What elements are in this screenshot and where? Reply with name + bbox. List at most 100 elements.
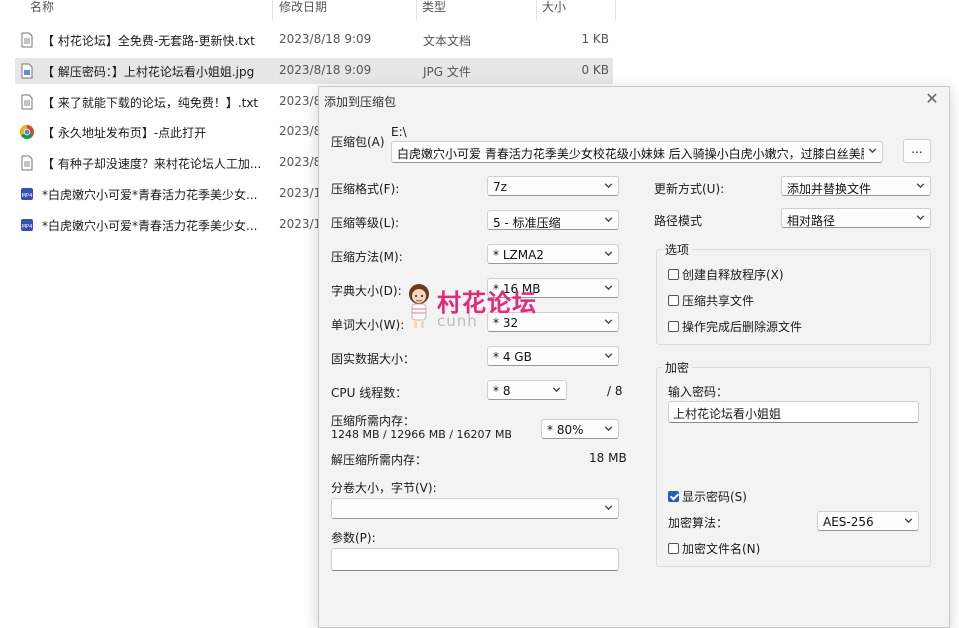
solid-value: * 4 GB bbox=[493, 350, 532, 364]
file-date: 2023/8 bbox=[279, 124, 322, 138]
column-divider[interactable] bbox=[536, 0, 537, 20]
file-date: 2023/8/18 9:09 bbox=[279, 32, 372, 46]
method-select[interactable]: * LZMA2 bbox=[487, 244, 619, 264]
options-group-title: 选项 bbox=[662, 241, 693, 258]
threads-label: CPU 线程数： bbox=[331, 386, 408, 400]
decomp-label: 解压缩所需内存： bbox=[331, 453, 428, 467]
file-row[interactable]: 【 村花论坛】全免费-无套路-更新快.txt 2023/8/18 9:09 文本… bbox=[15, 27, 613, 53]
encrypt-names-checkbox[interactable]: 加密文件名(N) bbox=[668, 540, 760, 557]
file-date: 2023/1 bbox=[279, 217, 322, 231]
browse-button[interactable]: ... bbox=[903, 139, 931, 163]
file-size: 1 KB bbox=[581, 32, 609, 46]
file-date: 2023/8 bbox=[279, 94, 322, 108]
mem-percent-select[interactable]: * 80% bbox=[541, 419, 619, 439]
delete-after-checkbox[interactable]: 操作完成后删除源文件 bbox=[668, 318, 802, 335]
column-header-size[interactable]: 大小 bbox=[542, 0, 566, 20]
solid-select[interactable]: * 4 GB bbox=[487, 346, 619, 366]
update-mode-select[interactable]: 添加并替换文件 bbox=[781, 176, 931, 196]
word-label: 单词大小(W): bbox=[331, 318, 405, 332]
delete-after-label: 操作完成后删除源文件 bbox=[682, 320, 803, 334]
file-name: *白虎嫩穴小可爱*青春活力花季美少女... bbox=[42, 219, 258, 233]
word-value: * 32 bbox=[493, 316, 519, 330]
archive-path: E:\ bbox=[391, 125, 407, 139]
encrypt-names-label: 加密文件名(N) bbox=[682, 542, 761, 556]
enc-method-select[interactable]: AES-256 bbox=[817, 511, 919, 531]
chevron-down-icon bbox=[604, 426, 613, 432]
archive-name-combo[interactable]: 白虎嫩穴小可爱 青春活力花季美少女校花级小妹妹 后入骑操小白虎小嫩穴，过膝白丝美… bbox=[391, 141, 883, 163]
params-label: 参数(P): bbox=[331, 531, 376, 545]
password-input[interactable]: 上村花论坛看小姐姐 bbox=[668, 401, 919, 423]
file-name: 【 永久地址发布页】-点此打开 bbox=[42, 126, 207, 140]
method-label: 压缩方法(M): bbox=[331, 250, 403, 264]
file-row[interactable]: 【 解压密码：】上村花论坛看小姐姐.jpg 2023/8/18 9:09 JPG… bbox=[15, 58, 613, 84]
split-size-select[interactable] bbox=[331, 498, 619, 519]
checkbox-box[interactable] bbox=[668, 269, 679, 280]
chevron-down-icon bbox=[604, 505, 613, 511]
chevron-down-icon bbox=[916, 183, 925, 189]
chevron-down-icon bbox=[552, 387, 561, 393]
file-type: 文本文档 bbox=[423, 34, 472, 48]
method-value: * LZMA2 bbox=[493, 248, 544, 262]
image-file-icon bbox=[21, 63, 33, 79]
show-password-label: 显示密码(S) bbox=[682, 490, 747, 504]
file-name: 【 有种子却没速度？来村花论坛人工加... bbox=[42, 157, 262, 171]
encryption-group-title: 加密 bbox=[662, 359, 693, 376]
chrome-icon bbox=[20, 125, 34, 139]
dict-label: 字典大小(D): bbox=[331, 284, 402, 298]
checkbox-box[interactable] bbox=[668, 295, 679, 306]
params-input[interactable] bbox=[331, 548, 619, 571]
level-label: 压缩等级(L): bbox=[331, 216, 400, 230]
file-name: *白虎嫩穴小可爱*青春活力花季美少女... bbox=[42, 188, 258, 202]
chevron-down-icon bbox=[604, 251, 613, 257]
watermark-mascot-icon bbox=[409, 284, 429, 328]
show-password-checkbox[interactable]: 显示密码(S) bbox=[668, 488, 747, 505]
file-date: 2023/8 bbox=[279, 155, 322, 169]
file-name: 【 解压密码：】上村花论坛看小姐姐.jpg bbox=[42, 65, 255, 79]
file-name: 【 来了就能下载的论坛，纯免费！】.txt bbox=[42, 96, 259, 110]
text-file-icon bbox=[21, 155, 33, 171]
threads-select[interactable]: * 8 bbox=[487, 380, 567, 400]
chevron-down-icon bbox=[604, 319, 613, 325]
archive-label: 压缩包(A) bbox=[331, 135, 385, 149]
chevron-down-icon bbox=[604, 285, 613, 291]
decomp-value: 18 MB bbox=[589, 451, 627, 465]
svg-text:MP4: MP4 bbox=[22, 224, 33, 230]
mp4-file-icon: MP4 bbox=[21, 188, 33, 200]
column-header-date[interactable]: 修改日期 bbox=[279, 0, 327, 20]
checkbox-box-checked[interactable] bbox=[668, 491, 679, 502]
column-divider[interactable] bbox=[615, 0, 616, 20]
watermark-subtext: cunh bbox=[437, 312, 478, 330]
column-header-name[interactable]: 名称 bbox=[30, 0, 54, 20]
file-size: 0 KB bbox=[581, 63, 609, 77]
checkbox-box[interactable] bbox=[668, 543, 679, 554]
password-label: 输入密码： bbox=[668, 385, 729, 399]
format-select[interactable]: 7z bbox=[487, 176, 619, 196]
add-to-archive-dialog: 添加到压缩包 ✕ 压缩包(A) E:\ 白虎嫩穴小可爱 青春活力花季美少女校花级… bbox=[318, 86, 950, 628]
chevron-down-icon bbox=[604, 353, 613, 359]
path-mode-select[interactable]: 相对路径 bbox=[781, 208, 931, 228]
compress-shared-checkbox[interactable]: 压缩共享文件 bbox=[668, 292, 754, 309]
column-header-type[interactable]: 类型 bbox=[422, 0, 446, 20]
format-value: 7z bbox=[493, 180, 507, 194]
level-select[interactable]: 5 - 标准压缩 bbox=[487, 210, 619, 230]
path-mode-value: 相对路径 bbox=[787, 214, 836, 228]
file-date: 2023/8/18 9:09 bbox=[279, 63, 372, 77]
mem-label: 压缩所需内存： bbox=[331, 414, 416, 428]
compress-shared-label: 压缩共享文件 bbox=[682, 294, 755, 308]
svg-text:MP4: MP4 bbox=[22, 193, 33, 199]
chevron-down-icon bbox=[916, 215, 925, 221]
update-value: 添加并替换文件 bbox=[787, 182, 872, 196]
threads-total: / 8 bbox=[607, 384, 623, 398]
create-sfx-checkbox[interactable]: 创建自释放程序(X) bbox=[668, 266, 784, 283]
path-mode-label: 路径模式 bbox=[654, 214, 703, 228]
close-icon[interactable]: ✕ bbox=[923, 90, 941, 108]
text-file-icon bbox=[21, 94, 33, 110]
mem-percent-value: * 80% bbox=[547, 423, 584, 437]
update-label: 更新方式(U): bbox=[654, 182, 725, 196]
checkbox-box[interactable] bbox=[668, 321, 679, 332]
column-divider[interactable] bbox=[272, 0, 273, 20]
column-divider[interactable] bbox=[416, 0, 417, 20]
chevron-down-icon bbox=[604, 183, 613, 189]
file-name: 【 村花论坛】全免费-无套路-更新快.txt bbox=[42, 34, 255, 48]
format-label: 压缩格式(F): bbox=[331, 182, 400, 196]
